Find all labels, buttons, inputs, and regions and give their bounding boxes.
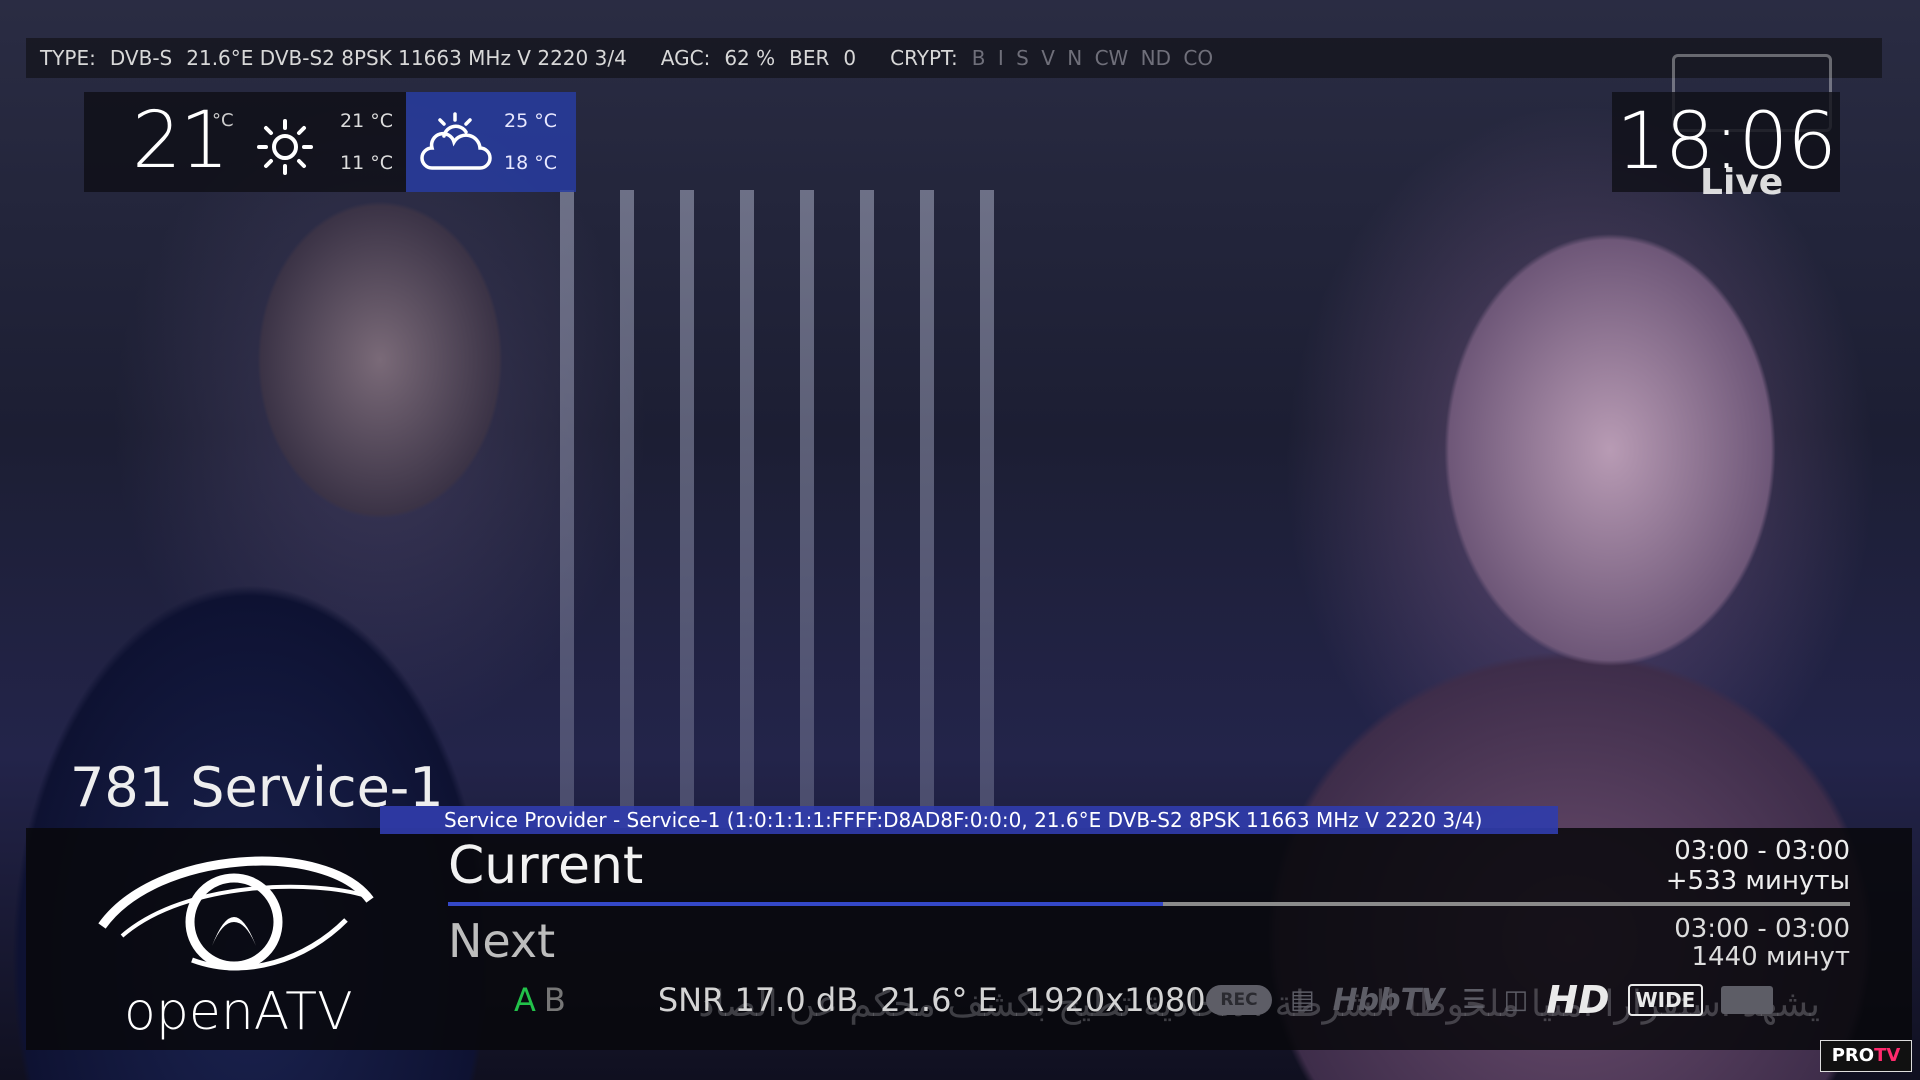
event-progress-fill [448, 902, 1164, 906]
signal-status-row: A B SNR 17.0 dB 21.6° E 1920x1080 [514, 978, 1206, 1022]
tuner-info-bar: TYPE: DVB-S 21.6°E DVB-S2 8PSK 11663 MHz… [26, 38, 1882, 78]
subtitle-icon: ▤ [1290, 985, 1315, 1015]
agc-label: AGC: [660, 46, 711, 70]
crypt-label: CRYPT: [890, 46, 958, 70]
snr-value: SNR 17.0 dB [657, 981, 859, 1019]
crypt-flag: CO [1183, 46, 1214, 70]
service-flags-row: REC ▤ HbbTV ☰ ◫ HD WIDE [1206, 978, 1774, 1022]
sun-icon [256, 118, 314, 180]
rec-icon: REC [1206, 985, 1272, 1015]
current-event-remaining: +533 минуты [1665, 866, 1850, 896]
temperature-unit: °C [212, 110, 234, 131]
crypt-flag: ND [1140, 46, 1172, 70]
crypt-flag: I [997, 46, 1004, 70]
video-resolution: 1920x1080 [1023, 981, 1206, 1019]
event-progress-bar [448, 902, 1850, 906]
current-event-time: 03:00 - 03:00 [1674, 836, 1850, 866]
weather-tomorrow: 25 °C 18 °C [406, 92, 576, 192]
logo-text: openATV [124, 982, 353, 1042]
hbbtv-icon: HbbTV [1332, 982, 1445, 1018]
agc-value: 62 % [724, 46, 776, 70]
tomorrow-low: 18 °C [504, 152, 557, 174]
ber-value: 0 [843, 46, 857, 70]
orbital-position: 21.6° E [880, 981, 998, 1019]
live-label: Live [1700, 162, 1784, 203]
next-event-duration: 1440 минут [1691, 942, 1850, 972]
widescreen-icon: WIDE [1627, 984, 1704, 1016]
type-value: DVB-S [109, 46, 173, 70]
tomorrow-high: 25 °C [504, 110, 557, 132]
today-high: 21 °C [340, 110, 393, 132]
eye-logo-icon [98, 856, 374, 971]
teletext-icon: ☰ [1462, 985, 1486, 1015]
next-event-time: 03:00 - 03:00 [1674, 914, 1850, 944]
watermark-tv: TV [1874, 1045, 1901, 1066]
crypt-flag: V [1041, 46, 1055, 70]
current-event-title: Current [448, 836, 644, 896]
today-low: 11 °C [340, 152, 393, 174]
crypt-flag: N [1067, 46, 1083, 70]
crypt-flags: B I S V N CW ND CO [972, 46, 1219, 70]
crypt-flag: S [1016, 46, 1029, 70]
crypt-icon [1721, 986, 1774, 1014]
hd-icon: HD [1546, 978, 1610, 1022]
dolby-icon: ◫ [1503, 985, 1529, 1015]
tuning-info: 21.6°E DVB-S2 8PSK 11663 MHz V 2220 3/4 [186, 46, 627, 70]
protv-watermark: PROTV [1820, 1040, 1912, 1072]
service-provider-line: Service Provider - Service-1 (1:0:1:1:1:… [380, 806, 1558, 834]
crypt-flag: B [971, 46, 986, 70]
weather-widget: 21 °C 21 °C 11 °C 25 °C 18 °C [84, 92, 576, 192]
next-event-title: Next [448, 914, 556, 968]
ber-label: BER [789, 46, 830, 70]
watermark-pro: PRO [1831, 1045, 1875, 1066]
partly-cloudy-icon [418, 110, 494, 178]
audio-track-a: A [514, 981, 536, 1019]
type-label: TYPE: [40, 46, 96, 70]
audio-track-b: B [543, 981, 566, 1019]
weather-today: 21 °C 21 °C 11 °C [84, 92, 406, 192]
openatv-logo: openATV [96, 840, 386, 1042]
crypt-flag: CW [1094, 46, 1129, 70]
